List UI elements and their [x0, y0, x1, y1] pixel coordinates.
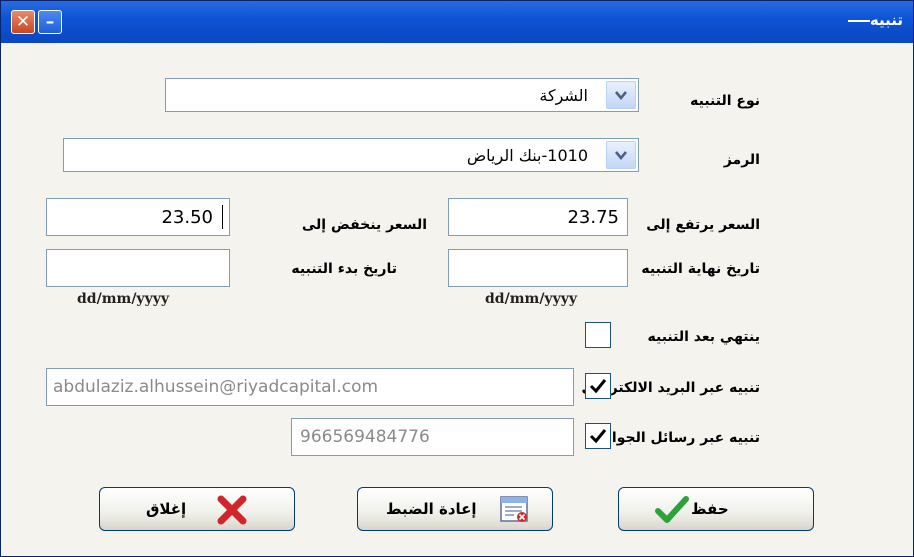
email-input[interactable]: abdulaziz.alhussein@riyadcapital.com: [46, 368, 574, 406]
email-alert-checkbox[interactable]: [585, 373, 611, 399]
save-button-label: حفظ: [691, 500, 729, 518]
alert-type-value: الشركة: [539, 86, 588, 105]
window-close-button[interactable]: ✕: [11, 10, 35, 34]
text-caret: [222, 205, 223, 229]
start-date-input[interactable]: [46, 249, 230, 287]
title-dash-icon: [847, 19, 870, 22]
alert-type-dropdown-button[interactable]: [606, 81, 636, 109]
price-rise-input[interactable]: 23.75: [448, 198, 628, 236]
symbol-dropdown-button[interactable]: [606, 141, 636, 169]
window-minimize-button[interactable]: –: [38, 10, 62, 34]
alert-type-label: نوع التنبيه: [690, 93, 760, 109]
price-drop-label: السعر ينخفض إلى: [301, 217, 427, 233]
expire-after-alert-label: ينتهي بعد التنبيه: [647, 329, 761, 345]
symbol-value: 1010-بنك الرياض: [466, 146, 588, 165]
start-date-label: تاريخ بدء التنبيه: [291, 261, 397, 277]
check-icon: [589, 379, 607, 394]
expire-after-alert-checkbox[interactable]: [585, 322, 611, 348]
red-x-icon: [217, 495, 247, 525]
checkmark-icon: [655, 496, 689, 523]
price-drop-input[interactable]: 23.50: [46, 198, 230, 236]
close-icon: ✕: [15, 12, 31, 32]
symbol-select[interactable]: 1010-بنك الرياض: [63, 138, 639, 172]
chevron-down-icon: [615, 151, 627, 160]
window-title: تنبيه: [844, 11, 903, 29]
close-button[interactable]: إغلاق: [99, 487, 295, 531]
end-date-format-hint: dd/mm/yyyy: [485, 291, 577, 307]
reset-button[interactable]: إعادة الضبط: [357, 487, 553, 531]
chevron-down-icon: [615, 91, 627, 100]
close-button-label: إغلاق: [146, 500, 187, 518]
mobile-value: 966569484776: [300, 427, 430, 447]
alert-type-select[interactable]: الشركة: [165, 78, 639, 112]
price-rise-label: السعر يرتفع إلى: [646, 217, 760, 233]
price-drop-value: 23.50: [161, 207, 213, 228]
dialog-body: نوع التنبيه الشركة الرمز 1010-بنك الرياض…: [9, 43, 905, 548]
title-bar[interactable]: ✕ – تنبيه: [1, 1, 913, 43]
start-date-format-hint: dd/mm/yyyy: [77, 291, 169, 307]
form-reset-icon: [500, 496, 528, 522]
price-rise-value: 23.75: [567, 207, 619, 228]
minimize-icon: –: [45, 12, 55, 32]
sms-alert-label: تنبيه عبر رسائل الجوال: [599, 430, 760, 446]
save-button[interactable]: حفظ: [618, 487, 814, 531]
check-icon: [589, 429, 607, 444]
symbol-label: الرمز: [723, 152, 760, 168]
sms-alert-checkbox[interactable]: [585, 423, 611, 449]
end-date-input[interactable]: [448, 249, 628, 287]
alert-dialog: ✕ – تنبيه نوع التنبيه الشركة الرمز 1010-…: [0, 0, 914, 557]
mobile-input[interactable]: 966569484776: [291, 418, 574, 456]
email-value: abdulaziz.alhussein@riyadcapital.com: [53, 377, 379, 397]
end-date-label: تاريخ نهاية التنبيه: [641, 261, 760, 277]
reset-button-label: إعادة الضبط: [386, 500, 477, 518]
